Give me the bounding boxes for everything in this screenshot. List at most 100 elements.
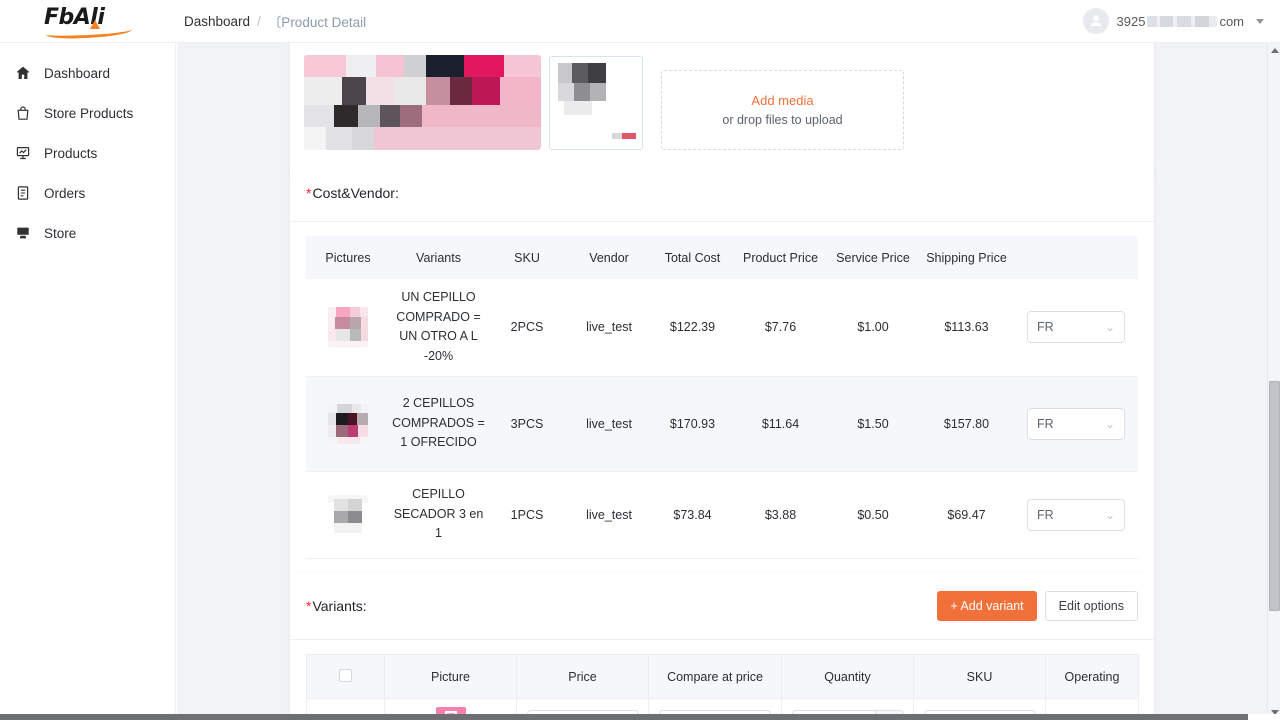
col-total-cost: Total Cost [651,236,734,279]
shipping-method-select[interactable]: FR ⌄ [1027,311,1125,343]
col-service-price: Service Price [827,236,919,279]
row-shipping-method[interactable]: FR ⌄ [1014,376,1138,471]
vertical-scrollbar-thumb[interactable] [1269,381,1280,611]
media-row: Add media or drop files to upload [304,55,904,150]
sidebar-item-orders[interactable]: Orders [0,173,175,213]
media-preview-large[interactable] [304,55,541,150]
row-product-price: $3.88 [734,471,827,558]
edit-options-button[interactable]: Edit options [1045,591,1138,621]
variants-table-wrap: Picture Price Compare at price Quantity … [290,640,1154,720]
variants-header: *Variants: + Add variant Edit options [290,573,1154,640]
required-asterisk: * [306,598,311,614]
table-row[interactable]: 2 CEPILLOS COMPRADOS = 1 OFRECIDO 3PCS l… [306,376,1138,471]
row-shipping-method[interactable]: FR ⌄ [1014,471,1138,558]
chevron-down-icon[interactable] [1256,19,1264,24]
variant-text: CEPILLO SECADOR 3 en 1 [392,485,485,544]
cost-vendor-tbody: UN CEPILLO COMPRADO = UN OTRO A L -20% 2… [306,279,1138,558]
col-pictures: Pictures [306,236,390,279]
col-sku: SKU [487,236,567,279]
col-product-price: Product Price [734,236,827,279]
sidebar-item-label: Dashboard [44,66,110,81]
user-email-suffix: com [1219,14,1244,29]
vertical-scrollbar[interactable] [1267,43,1280,720]
avatar [1083,8,1109,34]
row-product-price: $7.76 [734,279,827,376]
col-operating: Operating [1046,655,1139,699]
row-shipping-price: $69.47 [919,471,1014,558]
row-total-cost: $73.84 [651,471,734,558]
col-select-all[interactable] [307,655,385,699]
variant-text: 2 CEPILLOS COMPRADOS = 1 OFRECIDO [392,394,485,453]
drop-files-hint: or drop files to upload [722,113,842,127]
col-variants: Variants [390,236,487,279]
variant-text: UN CEPILLO COMPRADO = UN OTRO A L -20% [392,288,485,366]
product-thumbnail [328,307,368,347]
add-variant-button[interactable]: + Add variant [937,591,1036,621]
row-picture[interactable] [306,376,390,471]
store-icon [14,225,31,242]
breadcrumb-current: 〔Product Detail [268,11,366,31]
table-header-row: Pictures Variants SKU Vendor Total Cost … [306,236,1138,279]
col-sku: SKU [914,655,1046,699]
product-thumbnail [328,495,368,535]
horizontal-scrollbar-thumb[interactable] [0,714,1248,720]
add-media-link[interactable]: Add media [751,93,813,108]
row-vendor: live_test [567,471,651,558]
row-shipping-method[interactable]: FR ⌄ [1014,279,1138,376]
row-picture[interactable] [306,279,390,376]
user-email: 3925 com [1117,14,1244,29]
media-preview-thumb[interactable] [549,56,643,150]
breadcrumb-separator: / [257,14,261,29]
sidebar-item-dashboard[interactable]: Dashboard [0,53,175,93]
user-email-redacted [1147,16,1217,27]
shipping-method-value: FR [1037,417,1054,431]
col-shipping-method [1014,236,1138,279]
sidebar-item-label: Store Products [44,106,133,121]
variants-table: Picture Price Compare at price Quantity … [306,654,1139,720]
brand-swoosh-icon [46,25,132,40]
row-service-price: $1.00 [827,279,919,376]
variants-thead: Picture Price Compare at price Quantity … [307,655,1139,699]
table-row[interactable]: UN CEPILLO COMPRADO = UN OTRO A L -20% 2… [306,279,1138,376]
row-vendor: live_test [567,376,651,471]
breadcrumb-root[interactable]: Dashboard [184,14,250,29]
col-picture: Picture [385,655,517,699]
cost-vendor-title: *Cost&Vendor: [306,185,399,201]
table-header-row: Picture Price Compare at price Quantity … [307,655,1139,699]
variants-actions: + Add variant Edit options [937,591,1138,621]
brand-logo[interactable]: FbAli [0,0,176,43]
main-content: Add media or drop files to upload *Cost&… [177,43,1268,720]
list-doc-icon [14,185,31,202]
media-dropzone[interactable]: Add media or drop files to upload [661,70,904,150]
required-asterisk: * [306,185,311,201]
row-total-cost: $122.39 [651,279,734,376]
cost-vendor-header: *Cost&Vendor: [290,163,1154,222]
sidebar-item-store[interactable]: Store [0,213,175,253]
row-shipping-price: $157.80 [919,376,1014,471]
row-service-price: $0.50 [827,471,919,558]
cost-vendor-card: *Cost&Vendor: Pictures Variants SKU [290,163,1154,579]
user-email-prefix: 3925 [1117,14,1146,29]
sidebar-item-label: Products [44,146,97,161]
col-vendor: Vendor [567,236,651,279]
col-shipping-price: Shipping Price [919,236,1014,279]
shipping-method-value: FR [1037,320,1054,334]
row-variant: UN CEPILLO COMPRADO = UN OTRO A L -20% [390,279,487,376]
row-variant: 2 CEPILLOS COMPRADOS = 1 OFRECIDO [390,376,487,471]
shipping-method-select[interactable]: FR ⌄ [1027,408,1125,440]
horizontal-scrollbar[interactable] [0,714,1280,720]
user-menu[interactable]: 3925 com [1083,8,1264,34]
shipping-method-select[interactable]: FR ⌄ [1027,499,1125,531]
row-total-cost: $170.93 [651,376,734,471]
table-row[interactable]: CEPILLO SECADOR 3 en 1 1PCS live_test $7… [306,471,1138,558]
chevron-down-icon: ⌄ [1105,508,1115,522]
media-card: Add media or drop files to upload [290,43,1154,181]
sidebar: Dashboard Store Products Products [0,43,176,720]
top-bar: FbAli Dashboard / 〔Product Detail 3925 c… [0,0,1280,43]
select-all-checkbox[interactable] [339,669,352,682]
row-sku: 1PCS [487,471,567,558]
sidebar-item-products[interactable]: Products [0,133,175,173]
row-picture[interactable] [306,471,390,558]
scroll-up-icon[interactable] [1271,48,1279,53]
sidebar-item-store-products[interactable]: Store Products [0,93,175,133]
